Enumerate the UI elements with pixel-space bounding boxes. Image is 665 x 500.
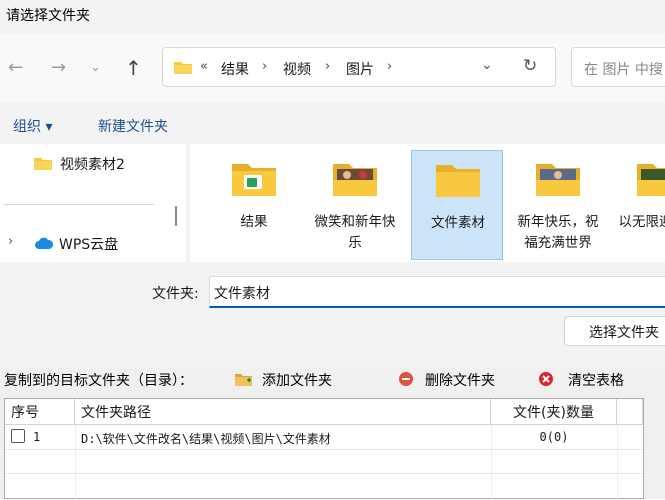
address-bar[interactable]: « 结果 › 视频 › 图片 › ⌄ ↻ bbox=[162, 47, 556, 87]
folder-icon bbox=[333, 164, 377, 196]
column-header-path[interactable]: 文件夹路径 bbox=[75, 399, 491, 425]
folder-icon bbox=[436, 165, 480, 197]
column-header-index[interactable]: 序号 bbox=[5, 399, 75, 425]
breadcrumb-separator: › bbox=[325, 59, 331, 74]
folder-tile[interactable]: 结果 bbox=[208, 150, 300, 260]
navigation-pane: 视频素材2 › WPS云盘 bbox=[0, 144, 186, 262]
forward-arrow-icon[interactable]: → bbox=[51, 58, 66, 78]
breadcrumb-item[interactable]: 图片 bbox=[346, 59, 374, 79]
folder-picker-dialog: 请选择文件夹 ← → ⌄ ↑ « 结果 › 视频 › 图片 › ⌄ ↻ 在 图片… bbox=[0, 0, 665, 368]
target-folder-table: 序号 文件夹路径 文件(夹)数量 1 D:\软件\文件改名\结果\视频\图片\文… bbox=[4, 398, 644, 500]
up-arrow-icon[interactable]: ↑ bbox=[125, 56, 142, 80]
folder-field-label: 文件夹: bbox=[152, 286, 199, 302]
delete-folder-button[interactable]: 删除文件夹 bbox=[425, 370, 495, 390]
column-header-filler bbox=[617, 399, 643, 425]
folder-name-input[interactable]: 文件素材 bbox=[209, 276, 665, 308]
back-arrow-icon[interactable]: ← bbox=[8, 58, 23, 78]
recent-dropdown-icon[interactable]: ⌄ bbox=[90, 58, 101, 78]
nav-item-label: WPS云盘 bbox=[59, 237, 119, 253]
folder-tile[interactable]: 以无限迎接新 bbox=[613, 150, 665, 260]
folder-icon bbox=[232, 164, 276, 196]
nav-item[interactable]: 视频素材2 bbox=[0, 152, 186, 174]
folder-label: 以无限迎接新 bbox=[618, 214, 665, 230]
new-folder-button[interactable]: 新建文件夹 bbox=[98, 116, 168, 136]
folder-label: 文件素材 bbox=[431, 215, 485, 231]
row-checkbox[interactable] bbox=[11, 429, 25, 443]
command-bar: 组织 ▾ 新建文件夹 bbox=[0, 102, 665, 144]
overflow-chevrons-icon[interactable]: « bbox=[200, 59, 208, 74]
clear-icon bbox=[538, 371, 554, 391]
breadcrumb-item[interactable]: 视频 bbox=[283, 59, 311, 79]
search-input[interactable]: 在 图片 中搜 bbox=[584, 59, 663, 79]
row-path: D:\软件\文件改名\结果\视频\图片\文件素材 bbox=[81, 432, 331, 446]
folder-name-value: 文件素材 bbox=[214, 286, 270, 302]
cloud-icon bbox=[34, 236, 54, 254]
breadcrumb-separator: › bbox=[387, 59, 393, 74]
nav-item[interactable]: › WPS云盘 bbox=[0, 232, 186, 254]
folder-tile[interactable]: 微笑和新年快乐 bbox=[309, 150, 401, 260]
folder-icon bbox=[536, 164, 580, 196]
column-divider bbox=[491, 425, 492, 500]
row-divider bbox=[5, 473, 643, 474]
select-folder-button[interactable]: 选择文件夹 bbox=[564, 316, 665, 346]
breadcrumb-item[interactable]: 结果 bbox=[221, 59, 249, 79]
clear-table-button[interactable]: 清空表格 bbox=[568, 370, 624, 390]
refresh-icon[interactable]: ↻ bbox=[523, 56, 537, 76]
organize-menu[interactable]: 组织 ▾ bbox=[13, 116, 52, 136]
folder-tile[interactable]: 新年快乐，祝福充满世界 bbox=[512, 150, 604, 260]
column-divider bbox=[75, 425, 76, 500]
expand-chevron-icon[interactable]: › bbox=[8, 234, 13, 249]
folder-icon bbox=[173, 59, 193, 79]
dialog-title: 请选择文件夹 bbox=[6, 8, 90, 24]
nav-divider bbox=[4, 204, 154, 205]
folder-label: 新年快乐，祝福充满世界 bbox=[517, 214, 599, 251]
row-index: 1 bbox=[33, 430, 41, 444]
select-folder-label: 选择文件夹 bbox=[589, 325, 659, 341]
column-divider bbox=[617, 425, 618, 500]
folder-label: 结果 bbox=[240, 214, 268, 230]
add-folder-button[interactable]: 添加文件夹 bbox=[262, 370, 332, 390]
pane-splitter[interactable] bbox=[175, 206, 177, 226]
folder-icon bbox=[637, 164, 665, 196]
table-row[interactable]: 1 D:\软件\文件改名\结果\视频\图片\文件素材 0(0) bbox=[5, 425, 643, 449]
add-folder-icon bbox=[234, 372, 254, 391]
column-header-count[interactable]: 文件(夹)数量 bbox=[491, 399, 617, 425]
breadcrumb-separator: › bbox=[262, 59, 268, 74]
row-count: 0(0) bbox=[539, 430, 569, 444]
panel-title: 复制到的目标文件夹（目录）： bbox=[4, 373, 193, 389]
row-divider bbox=[5, 449, 643, 450]
folder-tile-selected[interactable]: 文件素材 bbox=[411, 150, 503, 260]
folder-label: 微笑和新年快乐 bbox=[314, 214, 396, 251]
file-list: 结果 微笑和新年快乐 文件素材 新年快乐，祝福充满世界 以无限 bbox=[190, 144, 665, 262]
address-dropdown-icon[interactable]: ⌄ bbox=[481, 57, 493, 73]
search-box[interactable]: 在 图片 中搜 bbox=[571, 47, 665, 87]
delete-icon bbox=[398, 371, 414, 391]
nav-item-label: 视频素材2 bbox=[60, 157, 125, 173]
folder-icon bbox=[33, 155, 53, 175]
